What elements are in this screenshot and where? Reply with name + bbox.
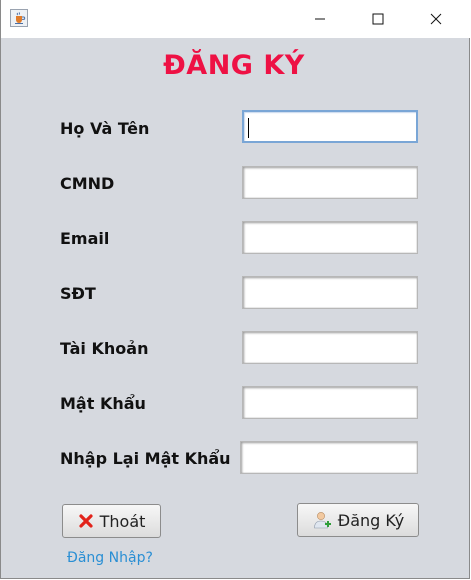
username-input[interactable] <box>242 331 418 364</box>
phone-label: SĐT <box>60 284 96 303</box>
close-icon <box>430 13 442 25</box>
login-link[interactable]: Đăng Nhập? <box>67 550 153 566</box>
text-caret <box>248 118 249 138</box>
fullname-input[interactable] <box>242 110 418 143</box>
close-button[interactable] <box>407 0 465 38</box>
title-bar[interactable] <box>1 0 471 38</box>
password-input[interactable] <box>242 386 418 419</box>
java-cup-icon <box>10 9 28 27</box>
minimize-icon <box>315 18 325 20</box>
maximize-button[interactable] <box>349 0 407 38</box>
exit-button-label: Thoát <box>99 511 146 531</box>
fullname-label: Họ Và Tên <box>60 119 150 138</box>
maximize-icon <box>372 13 384 25</box>
register-button[interactable]: Đăng Ký <box>297 503 419 537</box>
phone-input[interactable] <box>242 276 418 309</box>
username-label: Tài Khoản <box>60 339 149 358</box>
email-label: Email <box>60 229 110 248</box>
id-number-label: CMND <box>60 174 115 193</box>
register-window: ĐĂNG KÝ Họ Và Tên CMND Email SĐT Tài Kho… <box>0 0 471 579</box>
confirm-password-input[interactable] <box>240 441 418 474</box>
register-button-label: Đăng Ký <box>337 510 405 530</box>
confirm-password-label: Nhập Lại Mật Khẩu <box>60 449 231 468</box>
add-user-icon <box>313 512 331 529</box>
exit-button[interactable]: Thoát <box>62 504 161 538</box>
email-input[interactable] <box>242 221 418 254</box>
minimize-button[interactable] <box>291 0 349 38</box>
page-title: ĐĂNG KÝ <box>163 50 305 81</box>
id-number-input[interactable] <box>242 166 418 199</box>
red-x-icon <box>79 514 93 528</box>
password-label: Mật Khẩu <box>60 394 146 413</box>
